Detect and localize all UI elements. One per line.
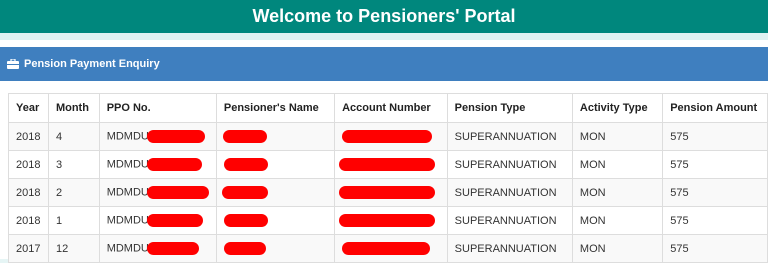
account-cell: [334, 234, 448, 263]
ppo-prefix: MDMDU: [106, 214, 149, 227]
table-row: 2018 2 MDMDU SUPERANNUATION MON 575: [8, 178, 768, 207]
month-cell: 1: [47, 206, 100, 235]
ppo-prefix: MDMDU: [106, 186, 149, 199]
column-header-pensioner-name: Pensioner's Name: [215, 93, 336, 123]
pension-amount-cell: 575: [662, 206, 768, 235]
redaction-mark: [339, 158, 436, 171]
account-cell: [334, 206, 448, 235]
ppo-cell: MDMDU: [98, 178, 217, 207]
account-cell: [334, 178, 448, 207]
activity-type-cell: MON: [571, 234, 664, 263]
redaction-mark: [146, 214, 203, 227]
year-cell: 2018: [8, 206, 49, 235]
pension-type-cell: SUPERANNUATION: [446, 206, 573, 235]
redaction-mark: [342, 130, 433, 143]
panel-heading: Pension Payment Enquiry: [0, 47, 768, 81]
portal-header: Welcome to Pensioners' Portal: [0, 0, 768, 33]
table-row: 2018 1 MDMDU SUPERANNUATION MON 575: [8, 206, 768, 235]
header-divider: [0, 33, 768, 40]
year-cell: 2018: [8, 178, 49, 207]
panel-body: Year Month PPO No. Pensioner's Name Acco…: [0, 81, 768, 263]
table-row: 2018 3 MDMDU SUPERANNUATION MON 575: [8, 150, 768, 179]
name-cell: [215, 206, 336, 235]
column-header-account-number: Account Number: [334, 93, 448, 123]
redaction-mark: [342, 242, 431, 255]
month-cell: 12: [47, 234, 100, 263]
redaction-mark: [339, 186, 436, 199]
year-cell: 2018: [8, 150, 49, 179]
pension-amount-cell: 575: [662, 150, 768, 179]
month-cell: 3: [47, 150, 100, 179]
activity-type-cell: MON: [571, 122, 664, 151]
month-cell: 2: [47, 178, 100, 207]
ppo-cell: MDMDU: [98, 122, 217, 151]
column-header-ppo-no: PPO No.: [98, 93, 217, 123]
name-cell: [215, 150, 336, 179]
briefcase-icon: [7, 59, 19, 69]
pension-type-cell: SUPERANNUATION: [446, 150, 573, 179]
ppo-cell: MDMDU: [98, 206, 217, 235]
pension-payment-table: Year Month PPO No. Pensioner's Name Acco…: [8, 93, 768, 263]
pension-amount-cell: 575: [662, 178, 768, 207]
portal-title: Welcome to Pensioners' Portal: [252, 6, 516, 26]
name-cell: [215, 122, 336, 151]
redaction-mark: [146, 242, 199, 255]
activity-type-cell: MON: [571, 150, 664, 179]
ppo-prefix: MDMDU: [106, 158, 149, 171]
table-row: 2017 12 MDMDU SUPERANNUATION MON 575: [8, 234, 768, 263]
redaction-mark: [146, 158, 202, 171]
year-cell: 2018: [8, 122, 49, 151]
pension-amount-cell: 575: [662, 234, 768, 263]
year-cell: 2017: [8, 234, 49, 263]
panel-spacer: [0, 40, 768, 47]
redaction-mark: [223, 214, 268, 227]
redaction-mark: [146, 130, 205, 143]
redaction-mark: [339, 214, 436, 227]
ppo-prefix: MDMDU: [106, 242, 149, 255]
redaction-mark: [146, 186, 209, 199]
redaction-mark: [223, 158, 268, 171]
pension-type-cell: SUPERANNUATION: [446, 234, 573, 263]
column-header-pension-amount: Pension Amount: [662, 93, 768, 123]
column-header-activity-type: Activity Type: [571, 93, 664, 123]
month-cell: 4: [47, 122, 100, 151]
account-cell: [334, 122, 448, 151]
account-cell: [334, 150, 448, 179]
column-header-year: Year: [8, 93, 49, 123]
redaction-mark: [221, 186, 268, 199]
table-row: 2018 4 MDMDU SUPERANNUATION MON 575: [8, 122, 768, 151]
name-cell: [215, 234, 336, 263]
activity-type-cell: MON: [571, 178, 664, 207]
pension-amount-cell: 575: [662, 122, 768, 151]
pension-type-cell: SUPERANNUATION: [446, 178, 573, 207]
pension-type-cell: SUPERANNUATION: [446, 122, 573, 151]
ppo-cell: MDMDU: [98, 234, 217, 263]
ppo-prefix: MDMDU: [106, 130, 149, 143]
redaction-mark: [222, 130, 267, 143]
activity-type-cell: MON: [571, 206, 664, 235]
ppo-cell: MDMDU: [98, 150, 217, 179]
column-header-month: Month: [47, 93, 100, 123]
redaction-mark: [223, 242, 266, 255]
table-header-row: Year Month PPO No. Pensioner's Name Acco…: [8, 93, 768, 123]
column-header-pension-type: Pension Type: [446, 93, 573, 123]
name-cell: [215, 178, 336, 207]
panel-title: Pension Payment Enquiry: [24, 58, 160, 70]
